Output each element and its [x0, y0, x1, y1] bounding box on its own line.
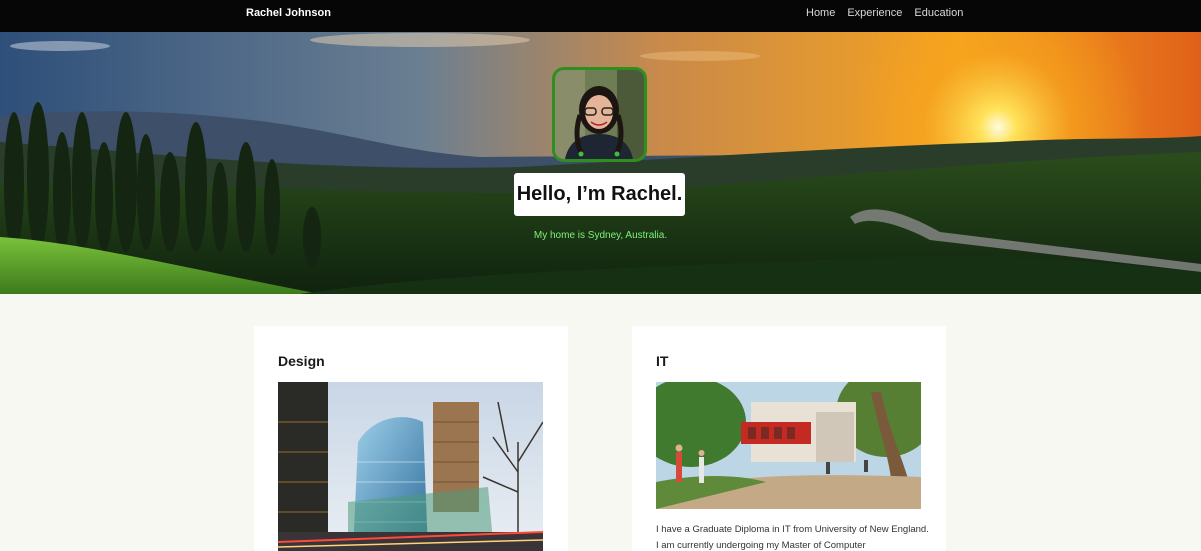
design-card: Design — [254, 326, 568, 551]
nav-link-education[interactable]: Education — [914, 7, 963, 19]
top-navbar: Rachel Johnson Home Experience Education — [0, 0, 1201, 32]
nav-link-home[interactable]: Home — [806, 7, 835, 19]
design-card-title: Design — [278, 353, 325, 369]
nav-links: Home Experience Education — [806, 7, 963, 19]
profile-photo — [555, 70, 644, 159]
profile-avatar — [552, 67, 647, 162]
hero-banner: Hello, I’m Rachel. My home is Sydney, Au… — [0, 32, 1201, 294]
it-card: IT I have a Graduate Diploma in IT from … — [632, 326, 946, 551]
it-card-image — [656, 382, 921, 509]
hero-greeting: Hello, I’m Rachel. — [516, 183, 683, 205]
it-card-text: I have a Graduate Diploma in IT from Uni… — [656, 524, 929, 551]
it-card-title: IT — [656, 353, 669, 369]
nav-link-experience[interactable]: Experience — [847, 7, 902, 19]
greeting-box: Hello, I’m Rachel. — [514, 173, 685, 216]
hero-tagline: My home is Sydney, Australia. — [533, 230, 668, 241]
site-brand[interactable]: Rachel Johnson — [246, 7, 331, 19]
design-card-image — [278, 382, 543, 551]
